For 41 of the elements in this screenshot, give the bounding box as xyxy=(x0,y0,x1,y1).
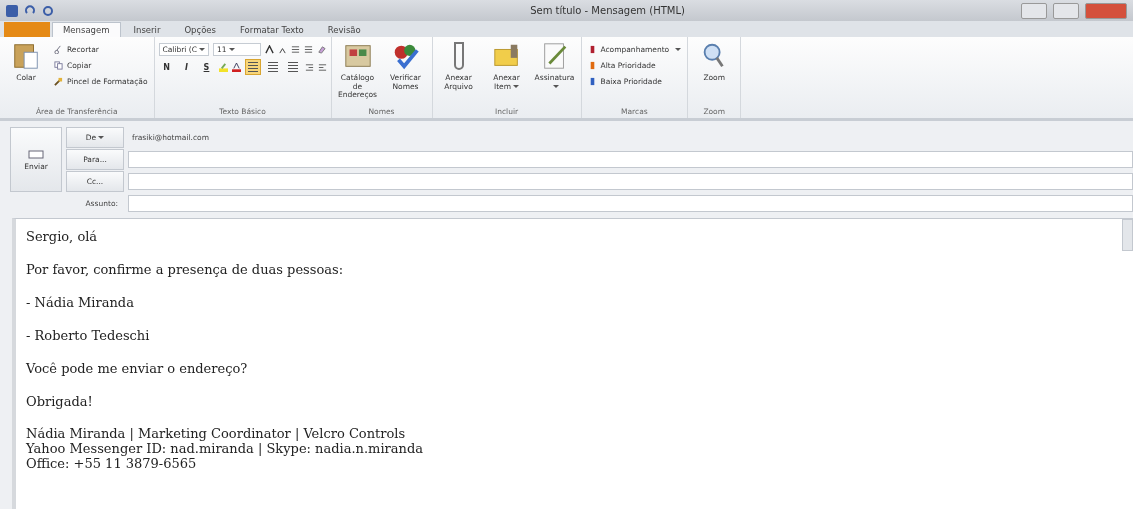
ribbon-tab[interactable]: Mensagem xyxy=(52,22,121,37)
copy-icon xyxy=(54,61,63,70)
minimize-button[interactable] xyxy=(1021,2,1047,19)
shrink-font-icon[interactable] xyxy=(278,45,287,54)
font-color-icon[interactable] xyxy=(231,62,241,72)
close-button[interactable] xyxy=(1085,2,1127,19)
subject-field[interactable] xyxy=(128,195,1133,212)
ribbon-tab[interactable]: Opções xyxy=(173,22,228,37)
italic-button[interactable]: I xyxy=(178,59,195,75)
window-title: Sem título - Mensagem (HTML) xyxy=(529,5,686,16)
indent-icon[interactable] xyxy=(304,62,314,72)
ribbon-tab[interactable]: Inserir xyxy=(122,22,172,37)
indent-icon[interactable] xyxy=(317,62,327,72)
ribbon-tab[interactable]: Formatar Texto xyxy=(229,22,315,37)
grow-font-icon[interactable] xyxy=(265,45,274,54)
ribbon-tab[interactable]: Revisão xyxy=(316,22,372,37)
bullets-icon[interactable] xyxy=(291,45,300,54)
body-paragraph: - Roberto Tedeschi xyxy=(26,327,151,344)
signature-line: Office: +55 11 3879-6565 xyxy=(26,456,198,471)
envelope-icon xyxy=(28,148,44,159)
signature-line: Yahoo Messenger ID: nad.miranda | Skype: nadia.n.miranda xyxy=(26,441,424,456)
align-button[interactable] xyxy=(244,59,261,75)
body-paragraph: Sergio, olá xyxy=(26,228,99,245)
scissors-icon xyxy=(54,45,63,54)
maximize-button[interactable] xyxy=(1053,2,1079,19)
clipboard-icon xyxy=(11,41,41,71)
body-paragraph: Você pode me enviar o endereço? xyxy=(26,360,249,377)
underline-button[interactable]: S xyxy=(198,59,215,75)
paintbrush-icon xyxy=(54,77,63,86)
signature-line: Nádia Miranda | Marketing Coordinator | Velcro Controls xyxy=(26,426,407,441)
body-paragraph: - Nádia Miranda xyxy=(26,294,135,311)
paperclip-icon xyxy=(452,41,465,71)
eraser-icon[interactable] xyxy=(317,45,326,54)
body-paragraph: Por favor, confirme a presença de duas pessoas: xyxy=(26,261,345,278)
highlighter-icon[interactable] xyxy=(218,62,228,72)
scrollbar[interactable] xyxy=(1122,219,1133,251)
cc-field[interactable] xyxy=(128,173,1133,190)
save-icon[interactable] xyxy=(6,4,18,17)
body-paragraph: Obrigada! xyxy=(26,393,94,410)
to-field[interactable] xyxy=(128,151,1133,168)
bold-button[interactable]: N xyxy=(158,59,175,75)
